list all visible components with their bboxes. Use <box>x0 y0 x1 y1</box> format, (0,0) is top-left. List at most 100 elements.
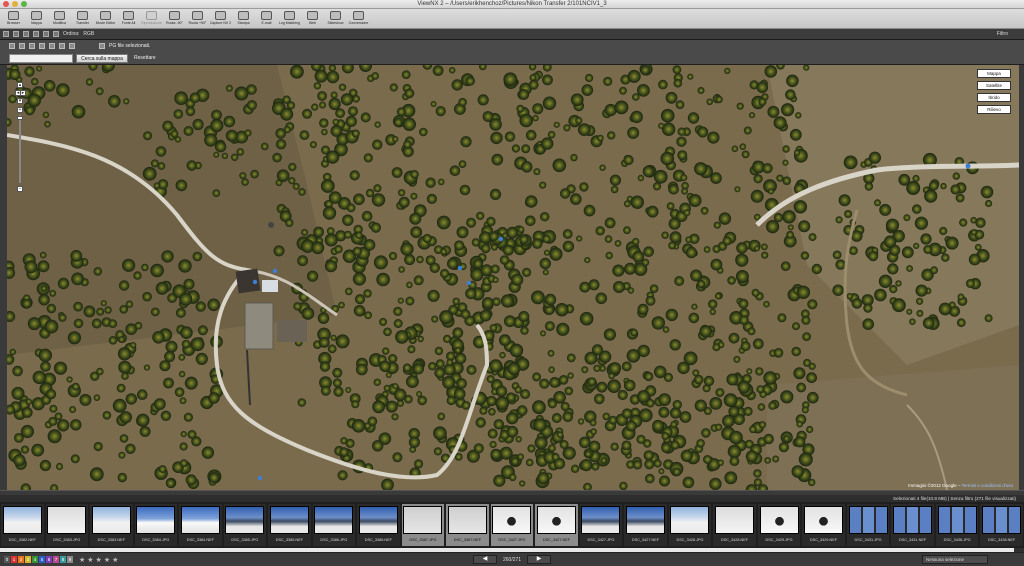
toolbar-button-14[interactable]: Slideshow <box>324 9 347 29</box>
pan-right-button[interactable]: ▸ <box>20 90 26 96</box>
color-label-3[interactable]: 3 <box>25 556 31 563</box>
filmstrip-view-icon[interactable] <box>13 31 19 37</box>
previous-image-button[interactable]: ◀ <box>473 555 497 564</box>
toolbar-button-3[interactable]: Transfer <box>71 9 94 29</box>
color-label-7[interactable]: 7 <box>53 556 59 563</box>
toolbar-label: Capture NX 2 <box>209 21 232 25</box>
zoom-out-button[interactable]: − <box>17 186 23 192</box>
order-label: Ordina: <box>63 31 80 37</box>
toolbar-button-1[interactable]: Mappa <box>25 9 48 29</box>
pan-up-button[interactable]: ▴ <box>17 82 23 88</box>
toolbar-button-0[interactable]: Browser <box>2 9 25 29</box>
thumbnail-item[interactable]: DSC_3428.JPG <box>668 504 712 546</box>
thumbnail-item[interactable]: DSC_3427.JPG <box>579 504 623 546</box>
toolbar-button-8[interactable]: Ruota +90° <box>186 9 209 29</box>
back-icon[interactable] <box>23 31 29 37</box>
thumbnail-item[interactable]: DSC_3387.NEF <box>446 504 489 546</box>
thumbnail-item[interactable]: DSC_3438.JPG <box>935 504 979 546</box>
color-label-4[interactable]: 4 <box>32 556 38 563</box>
order-select[interactable]: RGB <box>83 31 94 37</box>
filter-toggle[interactable]: Filtro <box>997 31 1008 37</box>
search-map-button[interactable]: Cerca sulla mappa <box>76 53 128 63</box>
map-search-input[interactable] <box>9 53 73 63</box>
zoom-slider-track[interactable] <box>19 115 21 183</box>
color-label-5[interactable]: 5 <box>39 556 45 563</box>
thumbnail-item[interactable]: DSC_3429.NEF <box>802 504 845 546</box>
thumbnail-item[interactable]: DSC_3384.JPG <box>134 504 178 546</box>
toolbar-button-13[interactable]: Web <box>301 9 324 29</box>
satellite-map[interactable]: ▴ ◂ ▸ ▾ + − Mappa Satellite Ibrido Rilie… <box>7 65 1019 490</box>
toolbar-button-10[interactable]: Stampa <box>232 9 255 29</box>
map-type-terrain-button[interactable]: Rilievo <box>977 105 1011 114</box>
color-label-8[interactable]: 8 <box>60 556 66 563</box>
thumbnail-filename: DSC_3438.JPG <box>943 538 971 542</box>
zoom-in-button[interactable]: + <box>17 107 23 113</box>
color-label-2[interactable]: 2 <box>18 556 24 563</box>
thumbnail-filename: DSC_3427.JPG <box>587 538 615 542</box>
map-type-satellite-button[interactable]: Satellite <box>977 81 1011 90</box>
color-labels: 0123456789 <box>4 556 73 563</box>
thumbnail-item[interactable]: DSC_3428.NEF <box>713 504 756 546</box>
toolbar-button-2[interactable]: Modifica <box>48 9 71 29</box>
color-label-1[interactable]: 1 <box>11 556 17 563</box>
toolbar-label: Modifica <box>52 21 67 25</box>
thumbnail-size-icon[interactable] <box>43 31 49 37</box>
reset-link[interactable]: Resettare <box>134 55 156 61</box>
settings-tool-icon[interactable] <box>59 43 65 49</box>
thumbnail-item[interactable]: DSC_3387.JPG <box>401 504 445 546</box>
thumbnail-filename: DSC_3387.JPG <box>409 538 437 542</box>
folder-icon[interactable] <box>53 31 59 37</box>
thumbnail-filename: DSC_3384.NEF <box>186 538 214 542</box>
toolbar-button-15[interactable]: Conversione <box>347 9 370 29</box>
thumbnail-filename: DSC_3427.NEF <box>542 538 571 542</box>
color-label-0[interactable]: 0 <box>4 556 10 563</box>
toolbar-button-9[interactable]: Capture NX 2 <box>209 9 232 29</box>
thumbnail-item[interactable]: DSC_3382.NEF <box>1 504 44 546</box>
toolbar-label: Ruota +90° <box>188 21 207 25</box>
pointer-tool-icon[interactable] <box>9 43 15 49</box>
toolbar-button-12[interactable]: Log Matching <box>278 9 301 29</box>
direction-tool-icon[interactable] <box>39 43 45 49</box>
color-label-6[interactable]: 6 <box>46 556 52 563</box>
pan-down-button[interactable]: ▾ <box>17 98 23 104</box>
zoom-slider-handle[interactable] <box>17 116 23 120</box>
right-panel-collapsed[interactable] <box>1019 65 1024 490</box>
thumbnail-item[interactable]: DSC_3431.JPG <box>846 504 890 546</box>
thumbnail-item[interactable]: DSC_3384.NEF <box>179 504 222 546</box>
color-label-9[interactable]: 9 <box>67 556 73 563</box>
left-panel-collapsed[interactable] <box>0 65 7 490</box>
pin-tool-icon[interactable] <box>19 43 25 49</box>
thumbnail-filename: DSC_3427.NEF <box>631 538 660 542</box>
map-type-hybrid-button[interactable]: Ibrido <box>977 93 1011 102</box>
terms-link[interactable]: Termini e condizioni d'uso <box>962 483 1013 488</box>
grid-view-icon[interactable] <box>3 31 9 37</box>
thumbnail-item[interactable]: DSC_3431.NEF <box>891 504 934 546</box>
thumbnail-item[interactable]: DSC_3429.JPG <box>757 504 801 546</box>
thumbnail-item[interactable]: DSC_3385.NEF <box>268 504 311 546</box>
thumbnail-image <box>581 506 621 534</box>
thumbnail-item[interactable]: DSC_3385.JPG <box>223 504 267 546</box>
selection-dropdown[interactable]: Nessuna selezione <box>922 555 988 564</box>
toolbar-button-7[interactable]: Ruota -90° <box>163 9 186 29</box>
fit-tool-icon[interactable] <box>69 43 75 49</box>
track-tool-icon[interactable] <box>29 43 35 49</box>
thumbnail-item[interactable]: DSC_3383.JPG <box>45 504 89 546</box>
map-type-map-button[interactable]: Mappa <box>977 69 1011 78</box>
thumbnail-item[interactable]: DSC_3427.JPG <box>490 504 534 546</box>
toolbar-button-11[interactable]: E-mail <box>255 9 278 29</box>
thumbnail-item[interactable]: DSC_3383.NEF <box>90 504 133 546</box>
forward-icon[interactable] <box>33 31 39 37</box>
rating-stars[interactable]: ★★★★★ <box>79 556 120 564</box>
log-tool-icon[interactable] <box>49 43 55 49</box>
toolbar-label: Conversione <box>348 21 369 25</box>
thumbnail-item[interactable]: DSC_3438.NEF <box>980 504 1023 546</box>
next-image-button[interactable]: ▶ <box>527 555 552 564</box>
thumbnail-item[interactable]: DSC_3386.NEF <box>357 504 400 546</box>
toolbar-button-5[interactable]: Fonte All <box>117 9 140 29</box>
toolbar-button-6[interactable]: Riproduzione <box>140 9 163 29</box>
thumbnail-item[interactable]: DSC_3427.NEF <box>624 504 667 546</box>
thumbnail-item[interactable]: DSC_3386.JPG <box>312 504 356 546</box>
selection-status: PG file selezionati. <box>109 43 151 49</box>
toolbar-button-4[interactable]: Movie Editor <box>94 9 117 29</box>
thumbnail-item[interactable]: DSC_3427.NEF <box>535 504 578 546</box>
